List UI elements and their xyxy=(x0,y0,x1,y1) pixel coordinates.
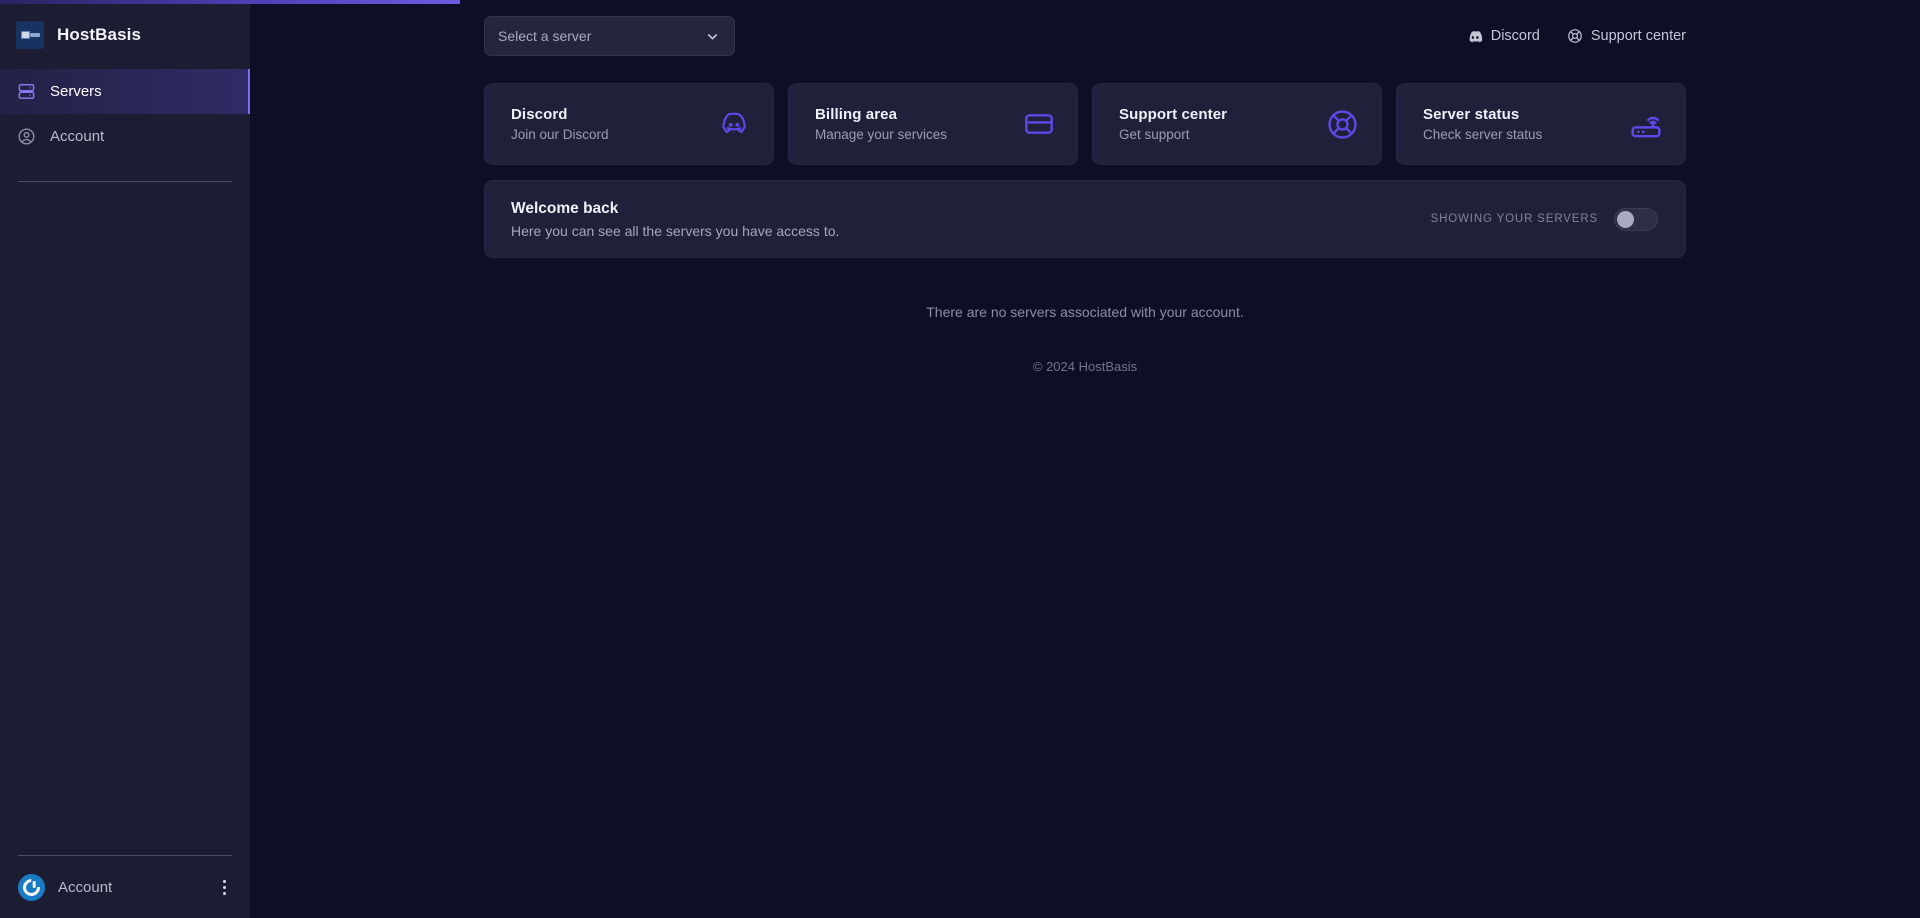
sidebar-item-label: Account xyxy=(50,128,105,145)
sidebar-nav: Servers Account xyxy=(0,69,250,159)
server-select[interactable]: Select a server xyxy=(484,16,735,56)
credit-card-icon xyxy=(1023,108,1055,140)
user-circle-icon xyxy=(17,127,36,146)
card-title: Support center xyxy=(1119,106,1228,123)
card-subtitle: Get support xyxy=(1119,127,1190,142)
brand[interactable]: HostBasis xyxy=(0,0,250,69)
welcome-subtitle: Here you can see all the servers you hav… xyxy=(511,222,840,239)
app-root: HostBasis Servers Account Account Select… xyxy=(0,0,1920,918)
dots-vertical-icon[interactable] xyxy=(215,878,233,896)
page-footer-copyright: © 2024 HostBasis xyxy=(1032,359,1138,374)
welcome-text: Welcome back Here you can see all the se… xyxy=(511,200,839,239)
server-icon xyxy=(17,82,36,101)
topbar: Select a server Discord Support center xyxy=(484,10,1686,62)
topbar-links: Discord Support center xyxy=(1466,28,1686,45)
card-billing-area[interactable]: Billing area Manage your services xyxy=(788,83,1078,165)
sidebar-item-account[interactable]: Account xyxy=(0,114,250,159)
card-server-status[interactable]: Server status Check server status xyxy=(1396,83,1686,165)
welcome-title: Welcome back xyxy=(511,199,619,217)
sidebar-footer-account[interactable]: Account xyxy=(0,856,250,918)
empty-state-message: There are no servers associated with you… xyxy=(926,304,1244,320)
sidebar-footer-label: Account xyxy=(58,878,113,896)
showing-your-servers-toggle[interactable] xyxy=(1614,207,1658,231)
brand-name: HostBasis xyxy=(57,24,142,44)
topbar-link-label: Discord xyxy=(1490,28,1540,44)
toggle-label: SHOWING YOUR SERVERS xyxy=(1430,213,1598,225)
sidebar-item-label: Servers xyxy=(50,83,102,100)
hostbasis-logo-icon xyxy=(16,20,44,49)
card-title: Discord xyxy=(511,106,568,123)
avatar-power-icon xyxy=(18,873,45,901)
toggle-knob xyxy=(1617,210,1634,228)
card-title: Billing area xyxy=(815,106,898,123)
card-discord[interactable]: Discord Join our Discord xyxy=(484,83,774,165)
lifebuoy-icon xyxy=(1567,28,1583,44)
discord-icon xyxy=(1466,28,1483,45)
lifebuoy-icon xyxy=(1326,108,1359,141)
discord-icon xyxy=(717,107,751,141)
chevron-down-icon xyxy=(705,29,720,44)
showing-your-servers-control: SHOWING YOUR SERVERS xyxy=(1430,207,1658,231)
welcome-panel: Welcome back Here you can see all the se… xyxy=(484,180,1686,258)
content-container: Select a server Discord Support center D… xyxy=(484,0,1686,374)
sidebar: HostBasis Servers Account Account xyxy=(0,0,250,918)
page-loading-bar xyxy=(0,0,460,4)
server-select-value: Select a server xyxy=(498,28,592,44)
quick-link-cards: Discord Join our Discord Billing area Ma… xyxy=(484,83,1686,165)
card-title: Server status xyxy=(1423,106,1520,123)
card-subtitle: Join our Discord xyxy=(511,127,609,142)
topbar-link-label: Support center xyxy=(1590,28,1686,44)
topbar-link-discord[interactable]: Discord xyxy=(1466,28,1540,45)
card-subtitle: Manage your services xyxy=(815,127,948,142)
router-wifi-icon xyxy=(1629,107,1663,141)
topbar-link-support-center[interactable]: Support center xyxy=(1567,28,1686,44)
sidebar-item-servers[interactable]: Servers xyxy=(0,69,250,114)
card-support-center[interactable]: Support center Get support xyxy=(1092,83,1382,165)
main-area: Select a server Discord Support center D… xyxy=(250,0,1920,918)
card-subtitle: Check server status xyxy=(1423,127,1543,142)
